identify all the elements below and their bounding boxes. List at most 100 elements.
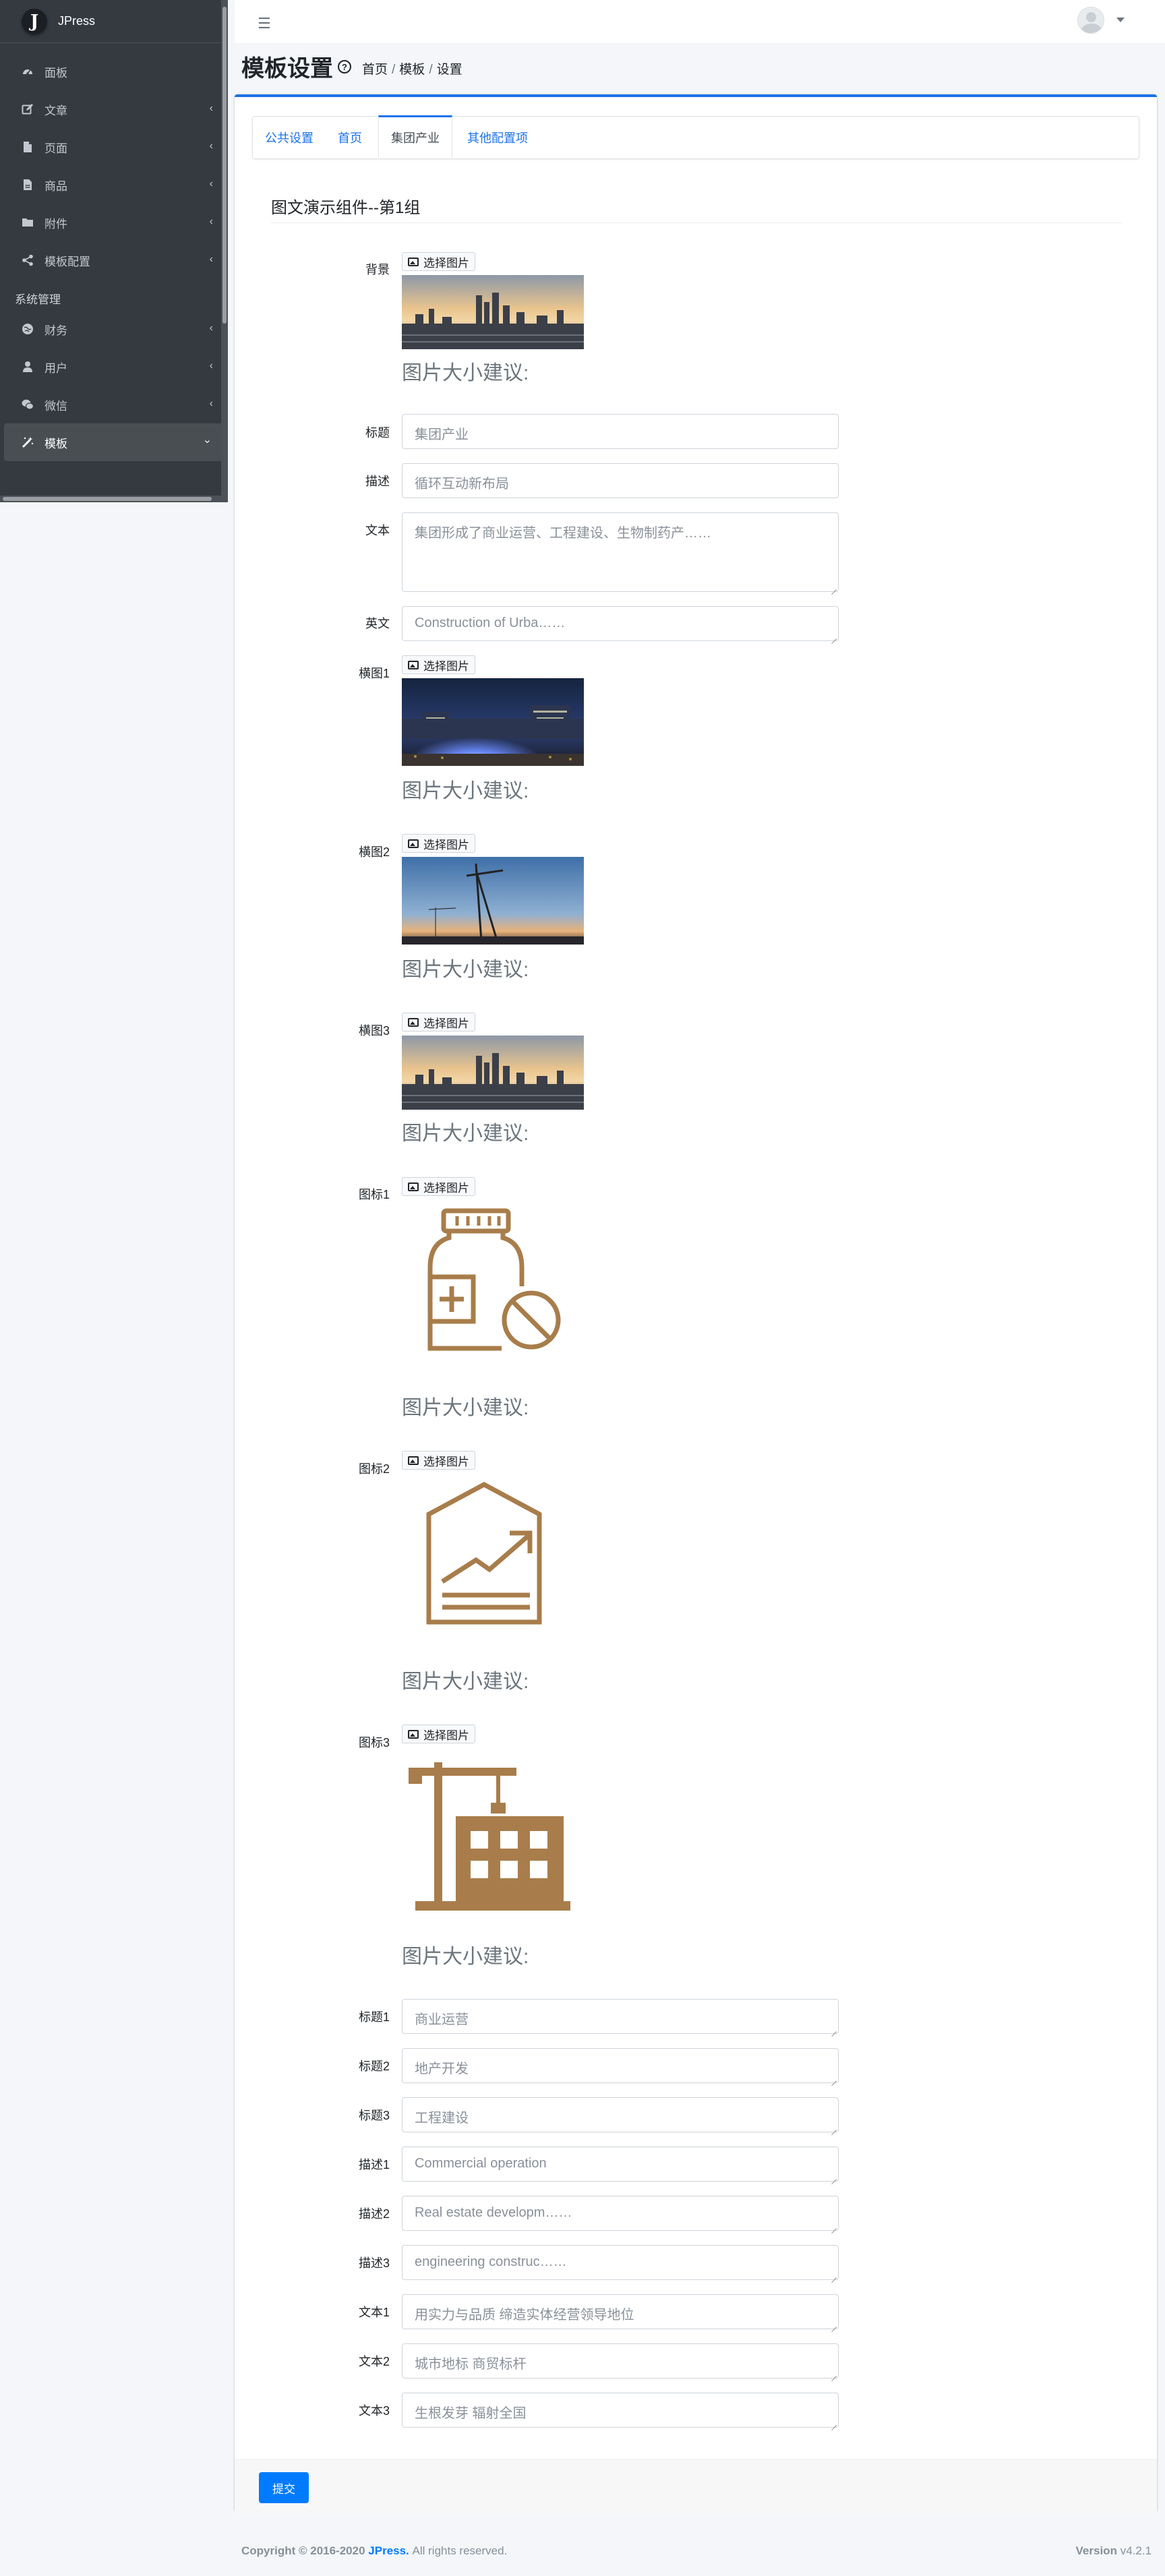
text1-value: 用实力与品质 缔造实体经营领导地位	[415, 2308, 634, 2323]
image-icon	[408, 839, 419, 848]
resize-grip[interactable]	[830, 2124, 837, 2130]
text1-textarea[interactable]: 用实力与品质 缔造实体经营领导地位	[402, 2294, 839, 2329]
title-input[interactable]: 集团产业	[402, 414, 839, 449]
sidebar-item-wechat[interactable]: 微信 ‹	[0, 386, 228, 423]
field-label-banner3: 横图3	[358, 1024, 390, 1038]
sidebar-item-label: 微信	[44, 399, 67, 413]
chevron-left-icon: ‹	[209, 322, 213, 334]
pick-image-button-background[interactable]: 选择图片	[402, 252, 475, 271]
version-label: Version	[1075, 2544, 1117, 2557]
desc3-textarea[interactable]: engineering construc……	[402, 2245, 839, 2280]
pick-image-label: 选择图片	[423, 838, 469, 851]
text-textarea[interactable]: 集团形成了商业运营、工程建设、生物制药产……	[402, 512, 839, 592]
version-number: v4.2.1	[1120, 2544, 1152, 2557]
caret-down-icon[interactable]	[1116, 18, 1125, 22]
field-label-icon3: 图标3	[358, 1736, 390, 1749]
text3-textarea[interactable]: 生根发芽 辐射全国	[402, 2393, 839, 2428]
pick-image-button-icon3[interactable]: 选择图片	[402, 1725, 475, 1743]
breadcrumb: 首页 / 模板 / 设置	[362, 59, 462, 78]
sidebar-item-pages[interactable]: 页面 ‹	[0, 128, 228, 166]
pick-image-button-icon2[interactable]: 选择图片	[402, 1451, 475, 1470]
resize-grip[interactable]	[830, 2370, 837, 2376]
field-label-desc2: 描述2	[358, 2207, 390, 2221]
resize-grip[interactable]	[830, 2025, 837, 2032]
pick-image-label: 选择图片	[423, 1017, 469, 1030]
image-icon	[408, 257, 419, 266]
avatar[interactable]	[1077, 7, 1104, 34]
resize-grip[interactable]	[830, 2173, 837, 2180]
sidebar-item-label: 商品	[44, 179, 67, 193]
tab-group-industry[interactable]: 集团产业	[378, 115, 452, 158]
submit-button[interactable]: 提交	[259, 2472, 309, 2503]
breadcrumb-home[interactable]: 首页	[362, 63, 388, 77]
section-title: 图文演示组件--第1组	[271, 199, 421, 217]
pick-image-button-icon1[interactable]: 选择图片	[402, 1177, 475, 1196]
title1-textarea[interactable]: 商业运营	[402, 1999, 839, 2034]
tab-home[interactable]: 首页	[338, 117, 362, 158]
chevron-left-icon: ‹	[209, 253, 213, 265]
field-label-description: 描述	[365, 475, 390, 488]
breadcrumb-separator: /	[429, 63, 433, 77]
breadcrumb-current: 设置	[436, 63, 462, 77]
text3-value: 生根发芽 辐射全国	[415, 2406, 527, 2421]
pick-image-button-banner1[interactable]: 选择图片	[402, 655, 475, 674]
sidebar-item-attachments[interactable]: 附件 ‹	[0, 204, 228, 241]
sidebar-scrollbar[interactable]	[221, 0, 228, 502]
banner1-image-preview	[402, 678, 584, 766]
chevron-left-icon: ‹	[209, 178, 213, 189]
tab-other-config[interactable]: 其他配置项	[467, 117, 528, 158]
chevron-left-icon: ‹	[209, 398, 213, 409]
resize-grip[interactable]	[830, 583, 837, 590]
page-title: 模板设置	[241, 56, 333, 82]
sidebar-item-label: 面板	[44, 66, 67, 80]
sidebar-horizontal-scrollbar[interactable]	[0, 496, 221, 502]
sidebar-item-label: 附件	[44, 217, 67, 231]
pick-image-button-banner2[interactable]: 选择图片	[402, 834, 475, 853]
title3-textarea[interactable]: 工程建设	[402, 2097, 839, 2132]
brand-logo: J	[22, 8, 47, 34]
breadcrumb-separator: /	[392, 63, 396, 77]
text2-textarea[interactable]: 城市地标 商贸标杆	[402, 2343, 839, 2378]
resize-grip[interactable]	[830, 2419, 837, 2426]
brand[interactable]: J JPress	[0, 0, 228, 43]
resize-grip[interactable]	[830, 2320, 837, 2327]
sidebar-item-dashboard[interactable]: 面板	[0, 53, 228, 90]
english-input[interactable]: Construction of Urba……	[402, 606, 839, 641]
breadcrumb-template[interactable]: 模板	[399, 63, 425, 77]
construction-crane-icon	[409, 1754, 577, 1916]
banner2-image-preview	[402, 857, 584, 945]
resize-grip[interactable]	[830, 632, 837, 639]
help-icon[interactable]: ?	[338, 60, 351, 73]
sidebar-item-users[interactable]: 用户 ‹	[0, 348, 228, 386]
sidebar-item-articles[interactable]: 文章 ‹	[0, 90, 228, 128]
resize-grip[interactable]	[830, 2222, 837, 2229]
chevron-left-icon: ‹	[209, 216, 213, 227]
description-input[interactable]: 循环互动新布局	[402, 463, 839, 498]
sidebar-item-template-config[interactable]: 模板配置 ‹	[0, 241, 228, 279]
text2-value: 城市地标 商贸标杆	[415, 2357, 527, 2372]
resize-grip[interactable]	[830, 2074, 837, 2081]
sidebar-item-products[interactable]: 商品 ‹	[0, 166, 228, 204]
menu-toggle-icon[interactable]: ☰	[258, 15, 271, 32]
tab-public-settings[interactable]: 公共设置	[265, 117, 313, 158]
page-footer: Copyright © 2016-2020 JPress. All rights…	[241, 2544, 1152, 2558]
desc1-textarea[interactable]: Commercial operation	[402, 2147, 839, 2182]
english-input-value: Construction of Urba……	[415, 616, 566, 630]
jpress-link[interactable]: JPress.	[368, 2544, 409, 2557]
resize-grip[interactable]	[830, 2271, 837, 2278]
field-label-icon1: 图标1	[358, 1188, 390, 1201]
sidebar-item-finance[interactable]: 财务 ‹	[0, 310, 228, 348]
divider	[271, 222, 1122, 223]
image-icon	[408, 1182, 419, 1191]
chevron-left-icon: ‹	[209, 360, 213, 371]
field-label-title2: 标题2	[358, 2060, 390, 2073]
brand-name: JPress	[58, 14, 96, 28]
field-label-banner1: 横图1	[358, 667, 390, 680]
chevron-left-icon: ‹	[209, 102, 213, 114]
pick-image-button-banner3[interactable]: 选择图片	[402, 1013, 475, 1031]
desc2-textarea[interactable]: Real estate developm……	[402, 2196, 839, 2231]
image-icon	[408, 1729, 419, 1739]
title2-textarea[interactable]: 地产开发	[402, 2048, 839, 2083]
growth-chart-icon	[415, 1480, 570, 1629]
sidebar-item-template[interactable]: 模板 ‹	[4, 423, 224, 461]
